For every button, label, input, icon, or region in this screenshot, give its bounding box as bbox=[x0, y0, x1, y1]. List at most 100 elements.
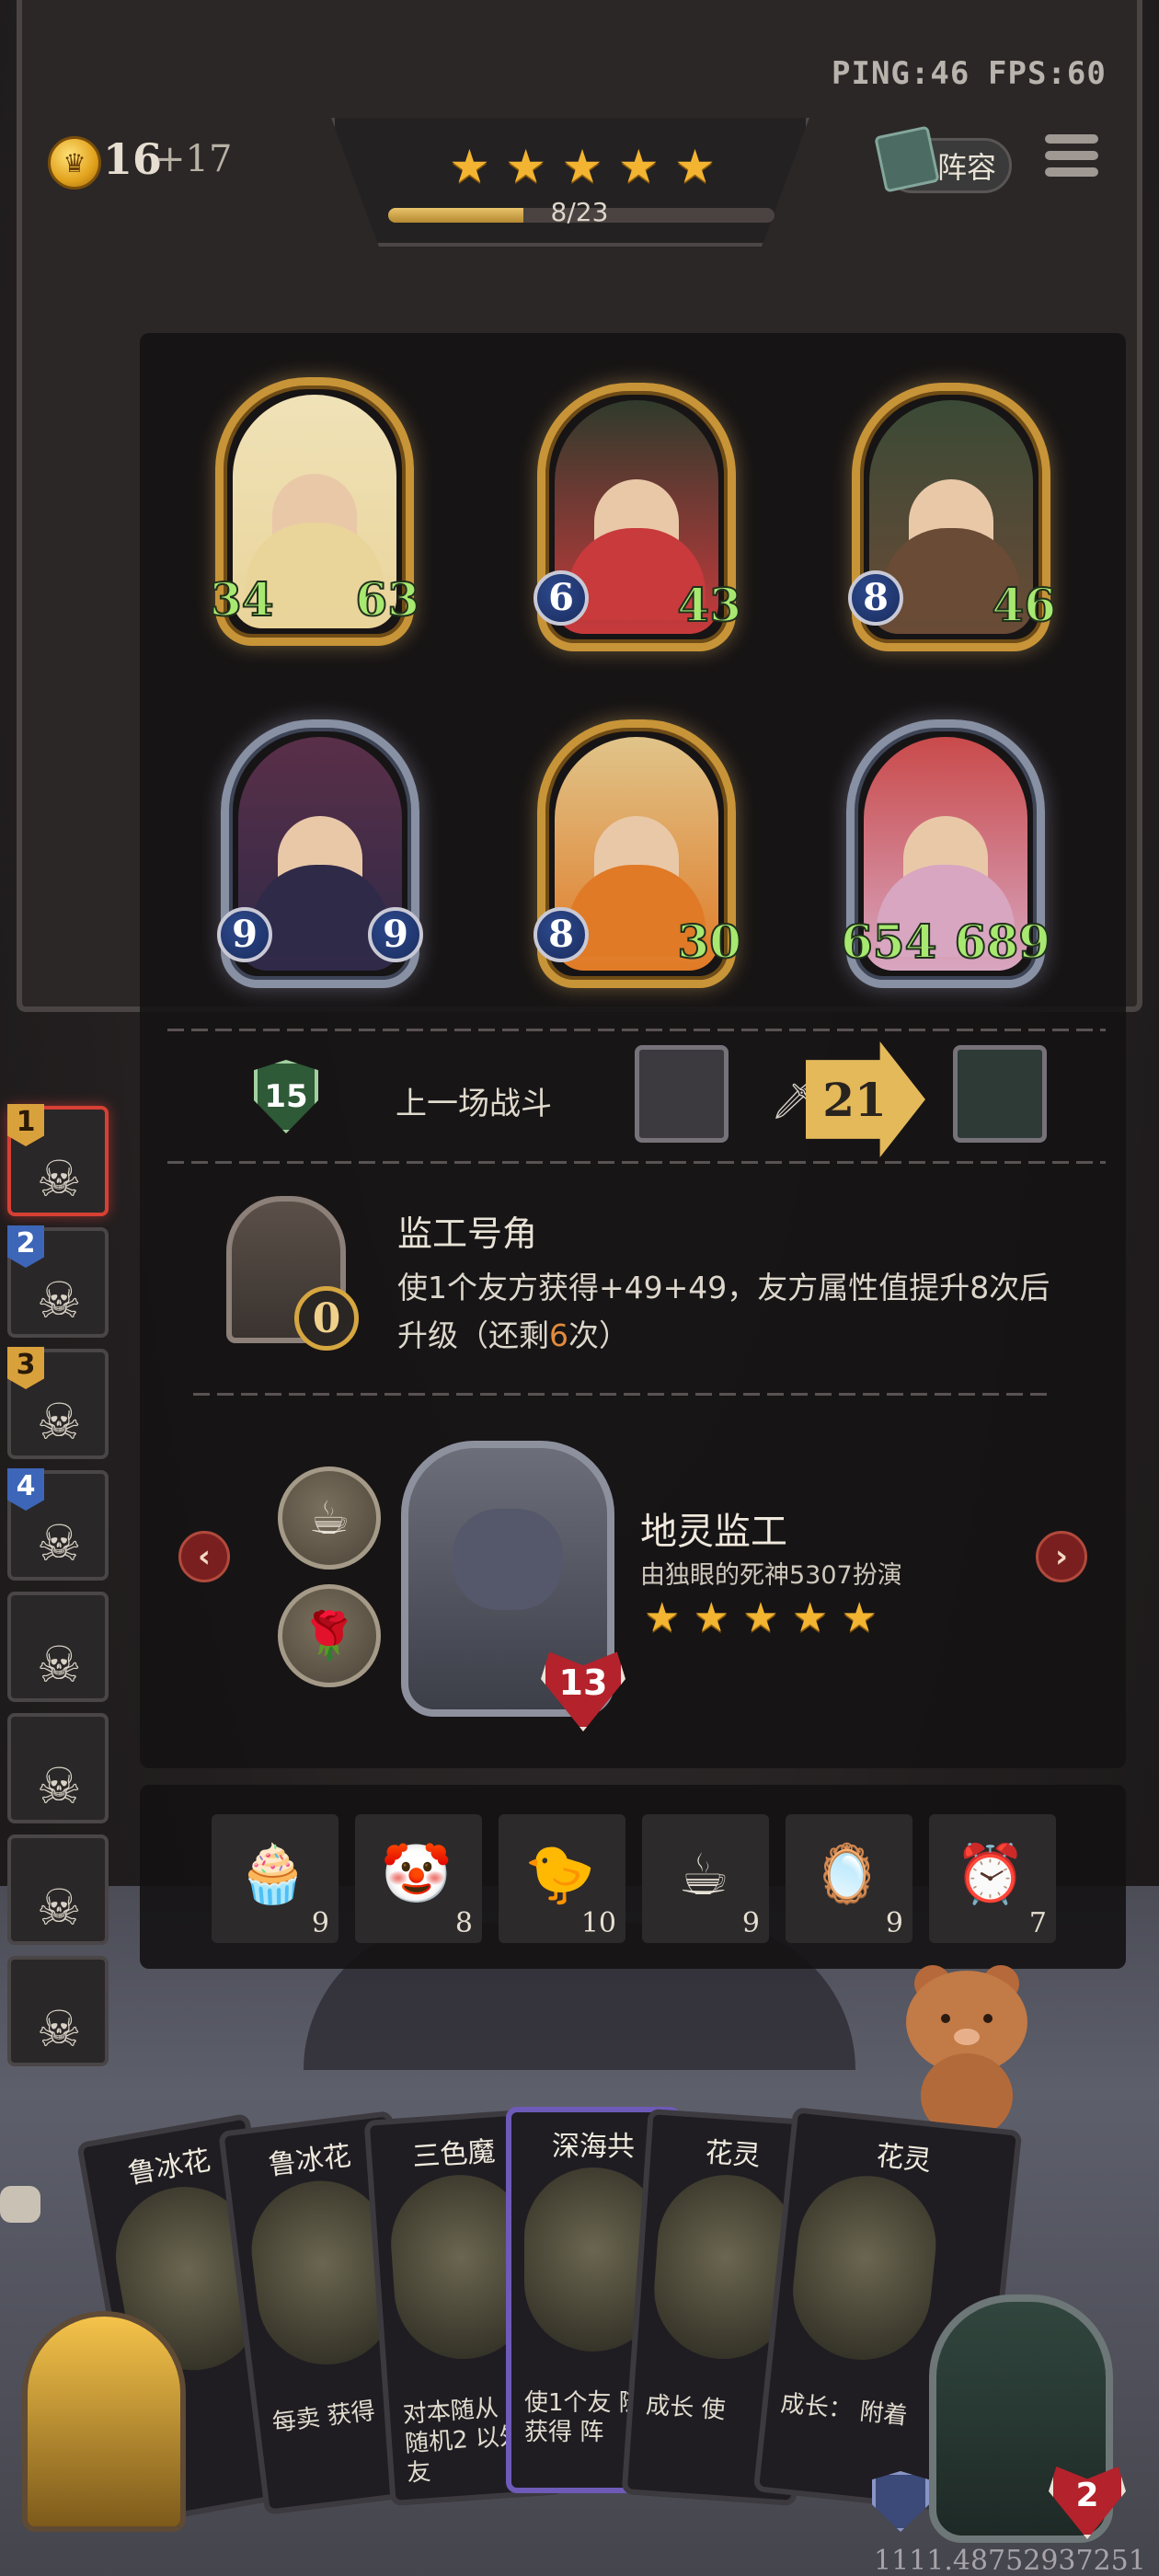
clown-icon: 🤡 bbox=[381, 1840, 453, 1907]
skull-icon: ☠ bbox=[37, 1514, 82, 1572]
inventory-slot[interactable]: 🤡 8 bbox=[355, 1814, 482, 1943]
unit-health: 689 bbox=[954, 914, 1051, 969]
rank-badge: 2 bbox=[7, 1225, 44, 1268]
skull-icon: ☠ bbox=[37, 1879, 82, 1937]
item-desc-part: 次） bbox=[568, 1317, 629, 1353]
divider bbox=[167, 1029, 1106, 1031]
unit-attack: 654 bbox=[840, 914, 937, 969]
unit-attack: 8 bbox=[534, 907, 589, 962]
skull-icon: ☠ bbox=[37, 2000, 82, 2058]
previous-hero-button[interactable]: ‹ bbox=[178, 1531, 230, 1582]
level-progress-fill bbox=[388, 208, 523, 223]
item-count: 10 bbox=[580, 1907, 616, 1939]
inventory-slot[interactable]: 🧁 9 bbox=[212, 1814, 339, 1943]
gold-income: +17 bbox=[155, 138, 233, 180]
item-description: 使1个友方获得+49+49，友方属性值提升8次后升级（还剩6次） bbox=[397, 1264, 1078, 1360]
hero-face bbox=[453, 1509, 563, 1610]
rose-bush-icon[interactable]: 🌹 bbox=[278, 1584, 381, 1687]
star-icon: ★ bbox=[742, 1594, 779, 1641]
unit-health: 9 bbox=[368, 907, 423, 962]
inventory-slot[interactable]: ☕ 9 bbox=[642, 1814, 769, 1943]
star-icon: ★ bbox=[693, 1594, 730, 1641]
item-count: 9 bbox=[741, 1907, 760, 1939]
star-icon: ★ bbox=[644, 1594, 681, 1641]
item-desc-part: 使1个友方获得+49+49，友方属性值提升8次后升级（还剩 bbox=[397, 1270, 1050, 1353]
item-count: 8 bbox=[454, 1907, 473, 1939]
cupcake-icon: 🧁 bbox=[237, 1840, 309, 1907]
unit-health: 43 bbox=[676, 578, 742, 632]
rank-badge: 4 bbox=[7, 1468, 44, 1511]
hero-player-subtitle: 由独眼的死神5307扮演 bbox=[640, 1561, 902, 1590]
last-battle-label: 上一场战斗 bbox=[396, 1086, 552, 1122]
card-art bbox=[786, 2168, 943, 2367]
unit-card[interactable]: 6 43 bbox=[534, 383, 742, 651]
roster-player[interactable]: ☠ 3 bbox=[7, 1347, 109, 1459]
roster-player[interactable]: ☠ bbox=[7, 1713, 109, 1823]
item-desc-remaining: 6 bbox=[549, 1317, 568, 1353]
inventory-slot[interactable]: ⏰ 7 bbox=[929, 1814, 1056, 1943]
skull-icon: ☠ bbox=[37, 1393, 82, 1451]
unit-health: 63 bbox=[354, 572, 420, 627]
star-icon: ★ bbox=[674, 140, 716, 193]
ping-label: PING:46 bbox=[832, 55, 970, 92]
unit-health: 46 bbox=[991, 578, 1057, 632]
alarm-clock-icon: ⏰ bbox=[955, 1840, 1027, 1907]
roster-player[interactable]: ☠ bbox=[7, 1592, 109, 1702]
teacup-icon: ☕ bbox=[678, 1840, 729, 1908]
hero-name: 地灵监工 bbox=[640, 1511, 787, 1553]
unit-card[interactable]: 34 63 bbox=[209, 377, 420, 646]
card-text: 成长： 附着 bbox=[779, 2389, 909, 2431]
roster-player[interactable]: ☠ bbox=[7, 1834, 109, 1945]
next-hero-button[interactable]: › bbox=[1036, 1531, 1087, 1582]
star-icon: ★ bbox=[505, 140, 547, 193]
star-icon: ★ bbox=[617, 140, 660, 193]
unit-attack: 34 bbox=[209, 572, 275, 627]
roster-player[interactable]: ☠ 1 bbox=[7, 1104, 109, 1216]
inventory-slot[interactable]: 🪞 9 bbox=[786, 1814, 912, 1943]
skull-icon: ☠ bbox=[37, 1271, 82, 1329]
skull-icon: ☠ bbox=[37, 1636, 82, 1694]
position-readout: 1111.48752937251 bbox=[874, 2545, 1146, 2576]
star-icon: ★ bbox=[841, 1594, 878, 1641]
rank-badge: 1 bbox=[7, 1104, 44, 1146]
roster-player[interactable]: ☠ 4 bbox=[7, 1468, 109, 1581]
roster-player[interactable]: ☠ 2 bbox=[7, 1225, 109, 1338]
gold-coin-icon: ♛ bbox=[48, 136, 101, 190]
item-count-badge: 0 bbox=[294, 1286, 359, 1351]
lineup-label: 阵容 bbox=[936, 150, 996, 185]
star-icon: ★ bbox=[449, 140, 490, 193]
skull-icon: ☠ bbox=[37, 1757, 82, 1815]
lineup-book-icon[interactable] bbox=[874, 125, 940, 193]
inventory-slot[interactable]: 🐤 10 bbox=[499, 1814, 625, 1943]
opponent-hero-thumbnail[interactable] bbox=[953, 1045, 1047, 1143]
unit-attack: 9 bbox=[217, 907, 272, 962]
roster-player[interactable]: ☠ bbox=[7, 1956, 109, 2066]
chat-bubble-icon[interactable] bbox=[0, 2186, 40, 2223]
tier-stars: ★ ★ ★ ★ ★ bbox=[449, 144, 716, 190]
teacup-icon[interactable]: ☕ bbox=[278, 1466, 381, 1570]
rank-badge: 3 bbox=[7, 1347, 44, 1389]
bear-mascot bbox=[889, 1958, 1045, 2142]
item-count: 7 bbox=[1028, 1907, 1047, 1939]
item-count: 9 bbox=[885, 1907, 903, 1939]
unit-attack: 8 bbox=[848, 570, 903, 626]
skull-icon: ☠ bbox=[37, 1150, 82, 1208]
star-icon: ★ bbox=[561, 140, 603, 193]
tavern-shop-icon[interactable] bbox=[22, 2311, 186, 2532]
unit-attack: 6 bbox=[534, 570, 589, 626]
unit-health: 30 bbox=[676, 914, 742, 969]
hamburger-menu-icon[interactable] bbox=[1045, 134, 1098, 188]
hero-stars: ★ ★ ★ ★ ★ bbox=[644, 1595, 878, 1641]
mirror-icon: 🪞 bbox=[811, 1840, 883, 1907]
divider bbox=[193, 1393, 1049, 1396]
item-count: 9 bbox=[311, 1907, 329, 1939]
unit-card[interactable]: 654 689 bbox=[840, 719, 1051, 988]
unit-card[interactable]: 8 30 bbox=[534, 719, 742, 988]
self-hero-thumbnail[interactable] bbox=[635, 1045, 729, 1143]
rubber-chicken-icon: 🐤 bbox=[524, 1840, 596, 1907]
level-progress-text: 8/23 bbox=[550, 197, 609, 227]
divider bbox=[167, 1161, 1106, 1164]
unit-card[interactable]: 99 bbox=[217, 719, 423, 988]
star-icon: ★ bbox=[791, 1594, 829, 1641]
unit-card[interactable]: 8 46 bbox=[848, 383, 1057, 651]
